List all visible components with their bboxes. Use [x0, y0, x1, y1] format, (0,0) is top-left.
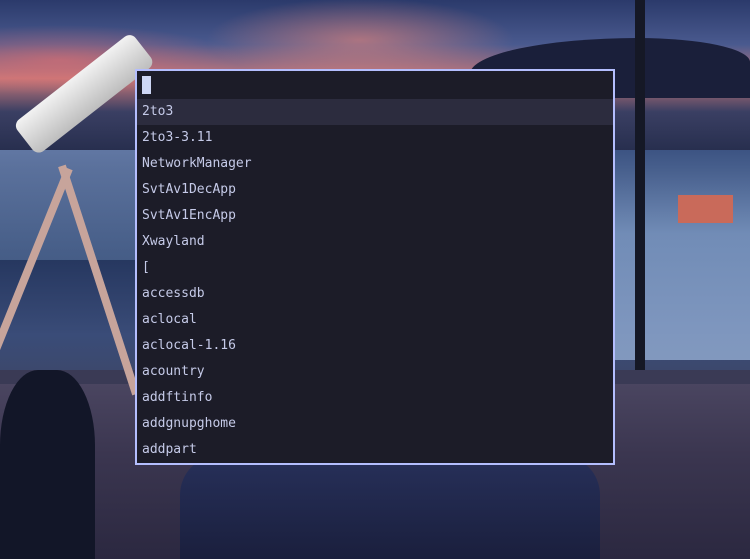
wallpaper-red-house: [678, 195, 733, 223]
launcher-search-input[interactable]: [137, 71, 613, 99]
launcher-result-item[interactable]: SvtAv1DecApp: [137, 177, 613, 203]
text-cursor: [142, 76, 151, 94]
launcher-result-item[interactable]: SvtAv1EncApp: [137, 203, 613, 229]
wallpaper-cat-silhouette: [0, 370, 95, 559]
wallpaper-person: [180, 455, 600, 559]
launcher-result-item[interactable]: [: [137, 255, 613, 281]
app-launcher: 2to3 2to3-3.11 NetworkManager SvtAv1DecA…: [135, 69, 615, 465]
launcher-result-item[interactable]: NetworkManager: [137, 151, 613, 177]
launcher-result-item[interactable]: 2to3-3.11: [137, 125, 613, 151]
launcher-result-item[interactable]: Xwayland: [137, 229, 613, 255]
launcher-result-item[interactable]: addftinfo: [137, 385, 613, 411]
launcher-result-item[interactable]: 2to3: [137, 99, 613, 125]
launcher-result-item[interactable]: accessdb: [137, 281, 613, 307]
launcher-result-item[interactable]: addgnupghome: [137, 411, 613, 437]
launcher-result-item[interactable]: aclocal: [137, 307, 613, 333]
launcher-result-item[interactable]: addpart: [137, 437, 613, 463]
wallpaper-window-frame: [635, 0, 645, 380]
launcher-results-list: 2to3 2to3-3.11 NetworkManager SvtAv1DecA…: [137, 99, 613, 463]
launcher-result-item[interactable]: acountry: [137, 359, 613, 385]
launcher-result-item[interactable]: aclocal-1.16: [137, 333, 613, 359]
